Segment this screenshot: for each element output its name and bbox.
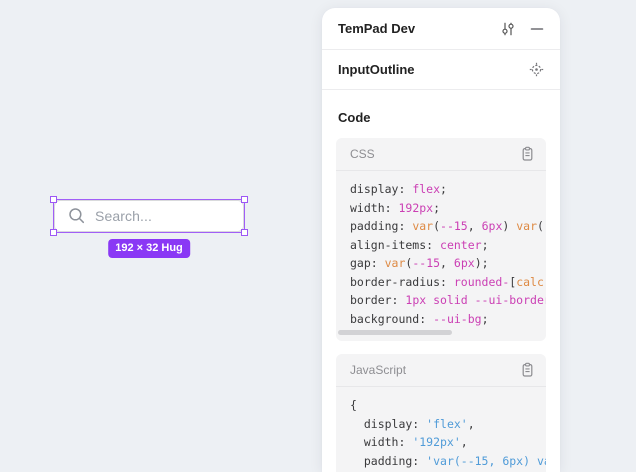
search-input-component[interactable]: Search...	[54, 200, 244, 232]
code-line: width: 192px;	[350, 199, 546, 218]
code-line: border: 1px solid --ui-border-input;	[350, 291, 546, 310]
code-line: background: --ui-bg;	[350, 310, 546, 329]
resize-handle-bottom-left[interactable]	[50, 229, 57, 236]
minimize-icon[interactable]	[530, 22, 544, 36]
search-icon	[68, 207, 86, 225]
code-line: padding: var(--15, 6px) var(--15, 6px);	[350, 217, 546, 236]
resize-handle-top-right[interactable]	[241, 196, 248, 203]
figma-canvas: Search... 192 × 32 Hug TemPad Dev	[0, 0, 636, 472]
javascript-code-block: JavaScript { display: 'flex', width: '19…	[336, 354, 546, 472]
clipboard-copy-icon[interactable]	[520, 146, 535, 162]
selected-component-row: InputOutline	[322, 50, 560, 90]
code-line: width: '192px',	[350, 433, 546, 452]
javascript-code-text[interactable]: { display: 'flex', width: '192px', paddi…	[336, 387, 546, 472]
crosshair-locate-icon[interactable]	[529, 62, 544, 77]
css-block-header: CSS	[336, 138, 546, 171]
javascript-block-header: JavaScript	[336, 354, 546, 387]
search-placeholder: Search...	[95, 208, 152, 224]
code-line: display: flex;	[350, 180, 546, 199]
code-line: gap: var(--15, 6px);	[350, 254, 546, 273]
component-name: InputOutline	[338, 62, 529, 77]
code-line: {	[350, 396, 546, 415]
code-line: border-radius: rounded-[calc(var()];	[350, 273, 546, 292]
size-badge: 192 × 32 Hug	[108, 239, 190, 258]
code-section-title: Code	[336, 102, 546, 138]
panel-title: TemPad Dev	[338, 21, 486, 36]
css-code-block: CSS display: flex;width: 192px;padding: …	[336, 138, 546, 341]
css-block-label: CSS	[350, 147, 520, 161]
horizontal-scrollbar[interactable]	[338, 330, 532, 335]
sliders-icon[interactable]	[500, 21, 516, 37]
css-code-text[interactable]: display: flex;width: 192px;padding: var(…	[336, 171, 546, 328]
code-section: Code CSS display: flex;width: 192px;padd…	[322, 90, 560, 472]
panel-header: TemPad Dev	[322, 8, 560, 50]
code-line: align-items: center;	[350, 236, 546, 255]
tempad-dev-panel: TemPad Dev InputOutline	[322, 8, 560, 472]
javascript-block-label: JavaScript	[350, 363, 520, 377]
resize-handle-bottom-right[interactable]	[241, 229, 248, 236]
resize-handle-top-left[interactable]	[50, 196, 57, 203]
code-line: display: 'flex',	[350, 415, 546, 434]
code-line: padding: 'var(--15, 6px) var(--15, 6px)'…	[350, 452, 546, 471]
scrollbar-thumb[interactable]	[338, 330, 452, 335]
clipboard-copy-icon[interactable]	[520, 362, 535, 378]
